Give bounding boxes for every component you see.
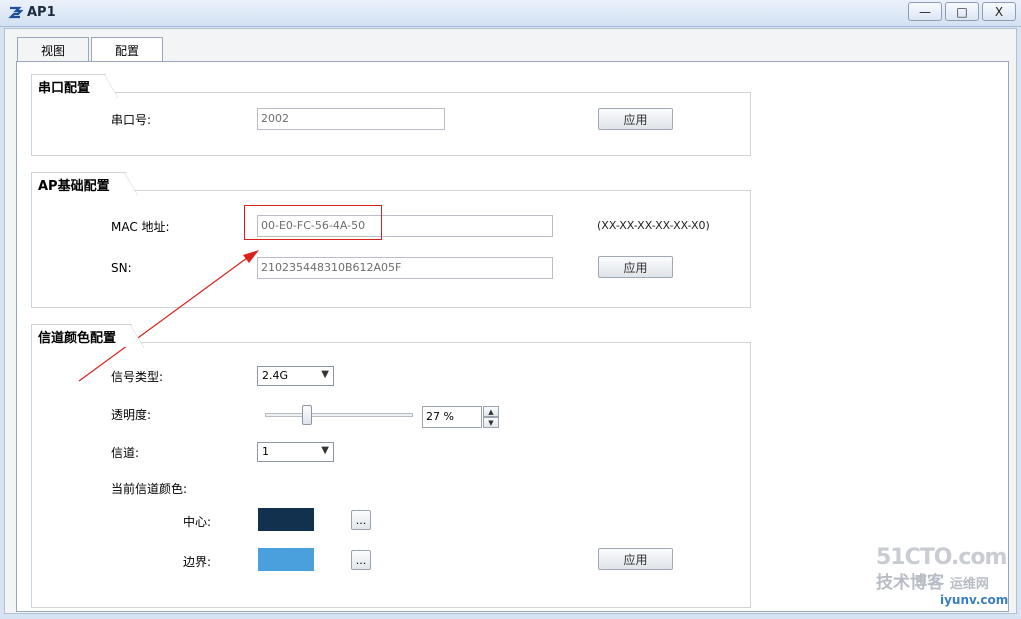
channel-color-apply-button[interactable]: 应用 [598, 548, 673, 570]
channel-value: 1 [262, 445, 269, 458]
transparency-label: 透明度: [111, 408, 152, 422]
transparency-slider-track[interactable] [265, 413, 413, 417]
channel-color-config-legend: 信道颜色配置 [31, 324, 145, 348]
current-channel-color-label: 当前信道颜色: [111, 482, 188, 496]
channel-select[interactable]: 1 ▼ [257, 442, 334, 462]
border-color-swatch[interactable] [258, 548, 314, 571]
app-logo-icon [8, 6, 23, 19]
tab-bar: 视图 配置 [17, 37, 164, 63]
window-title: AP1 [27, 5, 56, 20]
center-color-picker-button[interactable]: ... [351, 510, 371, 530]
chevron-down-icon: ▼ [321, 445, 329, 456]
serial-apply-button[interactable]: 应用 [598, 108, 673, 130]
title-bar: AP1 — □ X [0, 0, 1021, 27]
signal-type-value: 2.4G [262, 369, 289, 382]
spin-up-icon[interactable]: ▲ [483, 406, 499, 417]
mac-format-hint: (XX-XX-XX-XX-XX-X0) [597, 219, 710, 232]
config-tab-panel: 串口配置 串口号: 2002 应用 AP基础配置 MAC 地址: 00-E0-F… [16, 61, 1009, 612]
channel-color-config-group: 信道颜色配置 信号类型: 2.4G ▼ 透明度: 27 % ▲ ▼ 信道: 1 … [31, 324, 751, 608]
transparency-slider-thumb[interactable] [301, 405, 312, 425]
chevron-down-icon: ▼ [321, 369, 329, 380]
tab-view[interactable]: 视图 [17, 37, 90, 62]
ap-basic-config-legend: AP基础配置 [31, 172, 138, 196]
transparency-spinner: ▲ ▼ [483, 406, 499, 428]
maximize-button[interactable]: □ [945, 2, 979, 21]
center-color-swatch[interactable] [258, 508, 314, 531]
mac-address-label: MAC 地址: [111, 220, 170, 234]
center-color-label: 中心: [183, 515, 212, 529]
ap-basic-config-group: AP基础配置 MAC 地址: 00-E0-FC-56-4A-50 (XX-XX-… [31, 172, 751, 308]
serial-config-group: 串口配置 串口号: 2002 应用 [31, 74, 751, 156]
window-client-area: 视图 配置 串口配置 串口号: 2002 应用 AP基础配置 MAC 地址: 0… [4, 28, 1017, 614]
ap-basic-apply-button[interactable]: 应用 [598, 256, 673, 278]
sn-field[interactable]: 210235448310B612A05F [257, 257, 553, 279]
minimize-button[interactable]: — [908, 2, 942, 21]
channel-label: 信道: [111, 446, 140, 460]
serial-port-field[interactable]: 2002 [257, 108, 445, 130]
transparency-field[interactable]: 27 % [422, 406, 482, 428]
sn-label: SN: [111, 261, 132, 275]
border-color-label: 边界: [183, 555, 212, 569]
mac-address-field[interactable]: 00-E0-FC-56-4A-50 [257, 215, 553, 237]
spin-down-icon[interactable]: ▼ [483, 417, 499, 428]
signal-type-select[interactable]: 2.4G ▼ [257, 366, 334, 386]
serial-port-label: 串口号: [111, 113, 152, 127]
serial-config-legend: 串口配置 [31, 74, 119, 98]
border-color-picker-button[interactable]: ... [351, 550, 371, 570]
tab-config[interactable]: 配置 [91, 37, 164, 63]
close-button[interactable]: X [982, 2, 1016, 21]
signal-type-label: 信号类型: [111, 370, 164, 384]
